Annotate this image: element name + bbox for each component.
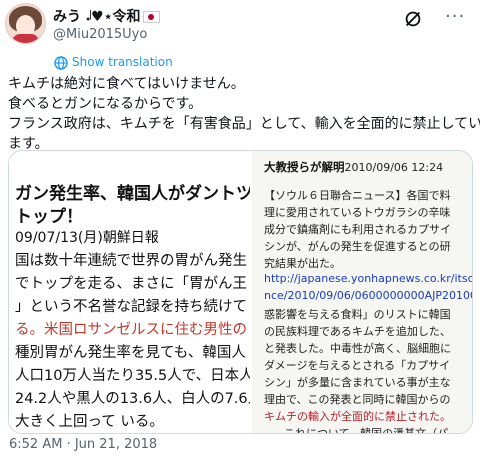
news-date: 2010/09/06 12:24 [344,161,444,174]
avatar[interactable] [5,3,46,44]
article-line: 国は数十年連続で世界の胃がん発生 [15,253,247,269]
attached-image-right[interactable]: 大教授らが解明2010/09/06 12:24 【ソウル６日聯合ニュース】各国で… [252,151,472,433]
article-source: 朝鮮日報 [102,230,159,246]
tweet-text: キムチは絶対に食べてはいけません。 食べるとガンになるからです。 フランス政府は… [8,74,480,154]
news-line: ダメージを与えるとされる「カプサイ [264,359,451,372]
news-line: シンが、がんの発生を促進するとの研 [264,240,451,253]
news-line: キムチの輸入が全面的に禁止された。 [264,410,451,423]
news-link: nce/2010/09/06/0600000000AJP20100 [264,289,472,302]
news-line: 理に愛用されているトウガラシの辛味 [264,206,451,219]
japan-flag-icon [143,11,161,23]
article-line: 種別胃がん発生率を見ても、韓国人 [15,345,246,361]
news-line: これについて、韓国の潘基文（パ [284,425,448,433]
article-line: 」という不名誉な記録を持ち続けて [15,299,247,315]
news-line: 理由で、この発表と同時に韓国からの [264,393,451,406]
show-translation-label: Show translation [72,55,173,69]
article-headline: ガン発生率、韓国人がダントツで世 [15,184,250,204]
display-name-row[interactable]: みう 𝆹𝅥♥⋆令和 [53,6,161,26]
news-line: 究結果が出た。 [264,257,341,270]
translate-icon [54,55,68,70]
more-options-icon[interactable]: ··· [445,6,465,27]
news-title-row: 大教授らが解明2010/09/06 12:24 [264,159,443,175]
news-line: シン」が多量に含まれている事が主な [264,376,451,389]
news-line: の民族料理であるキムチを追加した、 [264,325,451,338]
news-line: と発表した。中毒性が高く、脳細胞に [264,342,451,355]
article-line: る。米国ロサンゼルスに住む男性の [15,322,247,338]
article-headline: トップ！ [15,207,83,227]
article-date-row: 09/07/13(月)朝鮮日報 [15,227,159,247]
tweet-line: キムチは絶対に食べてはいけません。 [8,76,245,92]
news-link: http://japanese.yonhapnews.co.kr/itscie [264,272,472,285]
article-line: 人口10万人当たり35.5人で、日本人 [15,368,250,384]
news-line: 【ソウル６日聯合ニュース】各国で料 [264,189,451,202]
article-date: 09/07/13(月) [15,230,103,246]
article-line: 大きく上回って いる。 [15,414,164,430]
tweet-line: フランス政府は、キムチを「有害食品」として、輸入を全面的に禁止してい [8,116,480,132]
grok-icon[interactable] [402,8,424,30]
article-line: 24.2人や黒人の13.6人、白人の7.6人 [15,391,250,407]
news-title: 大教授らが解明 [264,160,345,174]
show-translation-link[interactable]: Show translation [54,55,173,70]
article-line: でトップを走る、まさに「胃がん王 [15,276,247,292]
news-line: 惑影響を与える食料」のリストに韓国 [264,308,451,321]
attached-image-left[interactable]: ガン発生率、韓国人がダントツで世 トップ！ 09/07/13(月)朝鮮日報 国は… [9,151,250,433]
display-name[interactable]: みう 𝆹𝅥♥⋆令和 [53,9,140,25]
news-line: 成分で鎮痛剤にも利用されるカプサイ [264,223,451,236]
media-grid: ガン発生率、韓国人がダントツで世 トップ！ 09/07/13(月)朝鮮日報 国は… [8,150,473,434]
tweet-timestamp[interactable]: 6:52 AM · Jun 21, 2018 [9,437,157,452]
tweet-line: 食べるとガンになるからです。 [8,96,203,112]
user-handle[interactable]: @Miu2015Uyo [53,27,147,42]
